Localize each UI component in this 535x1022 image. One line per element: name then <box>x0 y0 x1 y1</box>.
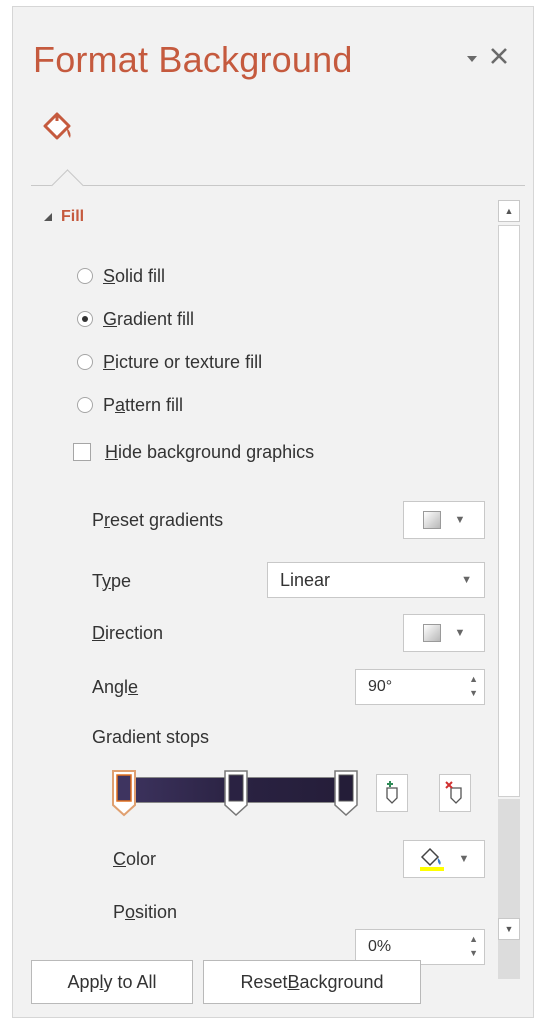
spin-down-icon[interactable]: ▼ <box>469 687 478 699</box>
angle-spinner[interactable]: 90° ▲ ▼ <box>355 669 485 705</box>
pattern-fill-label: Pattern fill <box>103 394 184 415</box>
radio-button-selected[interactable] <box>77 311 93 327</box>
pattern-fill-radio[interactable]: Pattern fill <box>77 391 183 419</box>
preset-gradients-label: Preset gradients <box>92 510 224 530</box>
hide-background-graphics-label: Hide background graphics <box>105 441 315 462</box>
apply-to-all-button[interactable]: App l y to All <box>31 960 193 1004</box>
solid-fill-label: Solid fill <box>103 265 166 286</box>
type-value: Linear <box>280 569 331 590</box>
position-value: 0% <box>368 938 392 955</box>
gradient-fill-label: Gradient fill <box>103 308 195 329</box>
close-icon[interactable] <box>488 45 510 73</box>
caret-down-icon: ▼ <box>458 853 470 865</box>
fill-bucket-icon[interactable] <box>41 110 75 149</box>
color-label: Color <box>113 849 157 869</box>
radio-button[interactable] <box>77 268 93 284</box>
caret-down-icon: ▼ <box>454 627 466 639</box>
gradient-swatch-icon <box>422 624 441 642</box>
gradient-stop-2[interactable] <box>223 769 249 822</box>
picture-texture-fill-label: Picture or texture fill <box>103 351 263 372</box>
angle-value: 90° <box>368 678 393 695</box>
color-picker-dropdown[interactable]: ▼ <box>403 840 485 878</box>
angle-label: Angle <box>92 677 139 697</box>
preset-gradients-dropdown[interactable]: ▼ <box>403 501 485 539</box>
scroll-up-icon[interactable]: ▲ <box>498 200 520 222</box>
gradient-stop-1-selected[interactable] <box>111 769 137 822</box>
radio-button[interactable] <box>77 354 93 370</box>
solid-fill-radio[interactable]: Solid fill <box>77 262 165 290</box>
fill-section-header[interactable]: Fill <box>61 208 84 226</box>
spin-up-icon[interactable]: ▲ <box>469 933 478 945</box>
remove-stop-icon <box>445 781 462 804</box>
active-tab-pointer <box>51 169 84 202</box>
gradient-stop-3[interactable] <box>333 769 359 822</box>
gradient-stops-label: Gradient stops <box>92 727 210 747</box>
type-label: Type <box>92 571 132 591</box>
type-select[interactable]: Linear ▼ <box>267 562 485 598</box>
scrollbar-track[interactable] <box>498 799 520 979</box>
gradient-fill-radio[interactable]: Gradient fill <box>77 305 194 333</box>
remove-gradient-stop-button[interactable] <box>439 774 471 812</box>
hide-background-graphics-checkbox[interactable]: Hide background graphics <box>73 437 314 467</box>
picture-texture-fill-radio[interactable]: Picture or texture fill <box>77 348 262 376</box>
gradient-swatch-icon <box>422 511 441 529</box>
direction-dropdown[interactable]: ▼ <box>403 614 485 652</box>
tab-divider <box>31 185 525 186</box>
fill-color-icon <box>419 847 444 871</box>
radio-button[interactable] <box>77 397 93 413</box>
caret-down-icon: ▼ <box>454 514 466 526</box>
scroll-down-icon[interactable]: ▼ <box>498 918 520 940</box>
add-gradient-stop-button[interactable] <box>376 774 408 812</box>
spin-down-icon[interactable]: ▼ <box>469 947 478 959</box>
pane-title: Format Background <box>33 39 353 80</box>
caret-down-icon[interactable] <box>465 49 479 72</box>
position-label: Position <box>113 902 178 922</box>
spin-up-icon[interactable]: ▲ <box>469 673 478 685</box>
checkbox[interactable] <box>73 443 91 461</box>
scrollbar-thumb[interactable] <box>498 225 520 797</box>
format-background-pane: Format Background Fill Solid fill Gradie… <box>12 6 534 1018</box>
caret-down-icon: ▼ <box>461 574 472 586</box>
reset-background-button[interactable]: Reset Background <box>203 960 421 1004</box>
collapse-triangle-icon[interactable] <box>43 212 53 225</box>
direction-label: Direction <box>92 623 164 643</box>
add-stop-icon <box>386 781 398 804</box>
